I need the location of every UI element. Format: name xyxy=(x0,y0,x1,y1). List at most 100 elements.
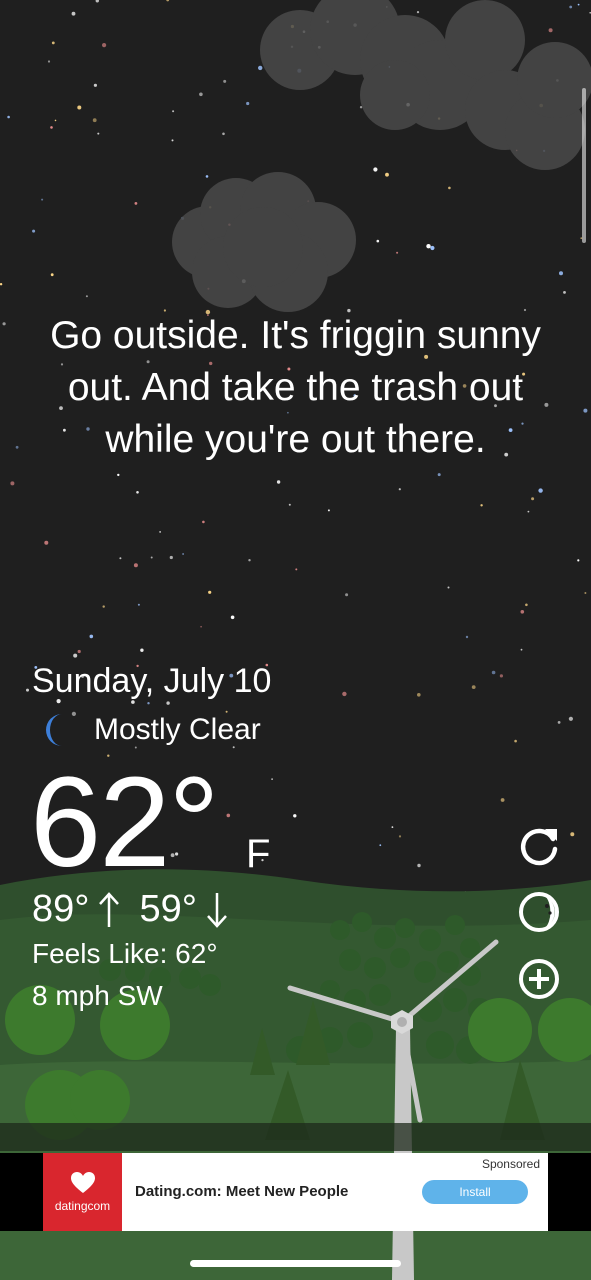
temperature-unit[interactable]: F xyxy=(246,832,270,877)
star xyxy=(583,408,588,413)
condition-row: Mostly Clear xyxy=(40,710,261,750)
star xyxy=(491,670,496,675)
star xyxy=(44,540,49,545)
high-low-row: 89° 59° xyxy=(32,888,229,931)
theme-button[interactable] xyxy=(516,889,562,935)
star xyxy=(26,688,29,692)
star xyxy=(447,586,450,589)
low-temperature: 59° xyxy=(139,888,197,930)
star xyxy=(465,635,469,639)
star xyxy=(288,503,291,506)
star xyxy=(520,610,525,614)
star xyxy=(396,251,399,254)
star xyxy=(10,481,15,486)
cloud-top-right xyxy=(260,0,591,170)
star xyxy=(208,590,212,594)
star xyxy=(102,605,105,608)
star xyxy=(89,634,94,639)
star xyxy=(500,798,505,802)
star xyxy=(246,101,250,106)
add-location-icon xyxy=(519,959,559,999)
star xyxy=(271,778,273,780)
ad-card[interactable]: datingcom Dating.com: Meet New People Sp… xyxy=(43,1153,548,1231)
star xyxy=(166,701,170,705)
star xyxy=(117,473,120,477)
star xyxy=(41,198,44,201)
moon-face-icon xyxy=(519,892,559,932)
star xyxy=(417,693,421,697)
star xyxy=(119,557,122,560)
star xyxy=(93,83,97,87)
star xyxy=(568,716,574,721)
star xyxy=(199,92,203,97)
star xyxy=(559,271,563,276)
star xyxy=(520,648,523,651)
star xyxy=(2,322,6,326)
star xyxy=(137,603,140,606)
refresh-button[interactable] xyxy=(516,822,562,868)
add-location-button[interactable] xyxy=(516,956,562,1002)
star xyxy=(226,813,231,818)
home-indicator[interactable] xyxy=(190,1260,401,1267)
feels-like: Feels Like: 62° xyxy=(32,938,218,969)
star xyxy=(527,510,530,513)
star xyxy=(376,239,380,243)
star xyxy=(514,739,517,743)
star xyxy=(7,115,10,119)
star xyxy=(77,649,81,654)
star xyxy=(570,832,575,837)
star xyxy=(426,244,431,249)
arrow-up-icon xyxy=(99,891,120,927)
star xyxy=(150,556,153,559)
star xyxy=(345,593,349,597)
star xyxy=(223,79,227,83)
star xyxy=(222,132,225,136)
star xyxy=(97,132,100,135)
star xyxy=(437,473,441,477)
star xyxy=(147,702,150,705)
star xyxy=(525,603,528,607)
star xyxy=(102,43,107,48)
star xyxy=(15,445,19,449)
scroll-indicator[interactable] xyxy=(582,88,586,243)
star xyxy=(134,202,138,205)
star xyxy=(327,509,330,512)
star xyxy=(169,555,173,560)
star xyxy=(85,295,88,298)
ad-title[interactable]: Dating.com: Meet New People xyxy=(135,1183,348,1200)
star xyxy=(140,648,144,652)
ad-logo[interactable]: datingcom xyxy=(43,1153,122,1231)
star xyxy=(182,553,185,555)
star xyxy=(95,0,99,3)
moon-icon xyxy=(46,714,62,746)
cloud-center xyxy=(172,172,356,312)
star xyxy=(584,592,587,594)
star xyxy=(230,615,235,620)
star xyxy=(391,826,394,828)
ad-install-button[interactable]: Install xyxy=(422,1180,528,1204)
star xyxy=(480,504,483,507)
star xyxy=(71,11,76,16)
star xyxy=(54,119,57,122)
star xyxy=(398,488,401,491)
star xyxy=(531,497,535,501)
star xyxy=(248,559,251,562)
star xyxy=(159,531,161,533)
star xyxy=(293,814,297,818)
star xyxy=(342,691,347,697)
star xyxy=(577,559,580,562)
star xyxy=(200,625,202,628)
heart-icon xyxy=(70,1172,95,1193)
star xyxy=(557,721,561,724)
star xyxy=(295,568,298,571)
high-temperature: 89° xyxy=(32,888,90,930)
star xyxy=(172,110,175,113)
star xyxy=(0,283,3,286)
star xyxy=(171,139,174,142)
weather-quote: Go outside. It's friggin sunny out. And … xyxy=(50,314,541,461)
star xyxy=(202,520,205,524)
ad-banner[interactable]: datingcom Dating.com: Meet New People Sp… xyxy=(0,1153,591,1231)
star xyxy=(32,229,36,233)
star xyxy=(430,245,435,251)
star xyxy=(398,835,402,838)
